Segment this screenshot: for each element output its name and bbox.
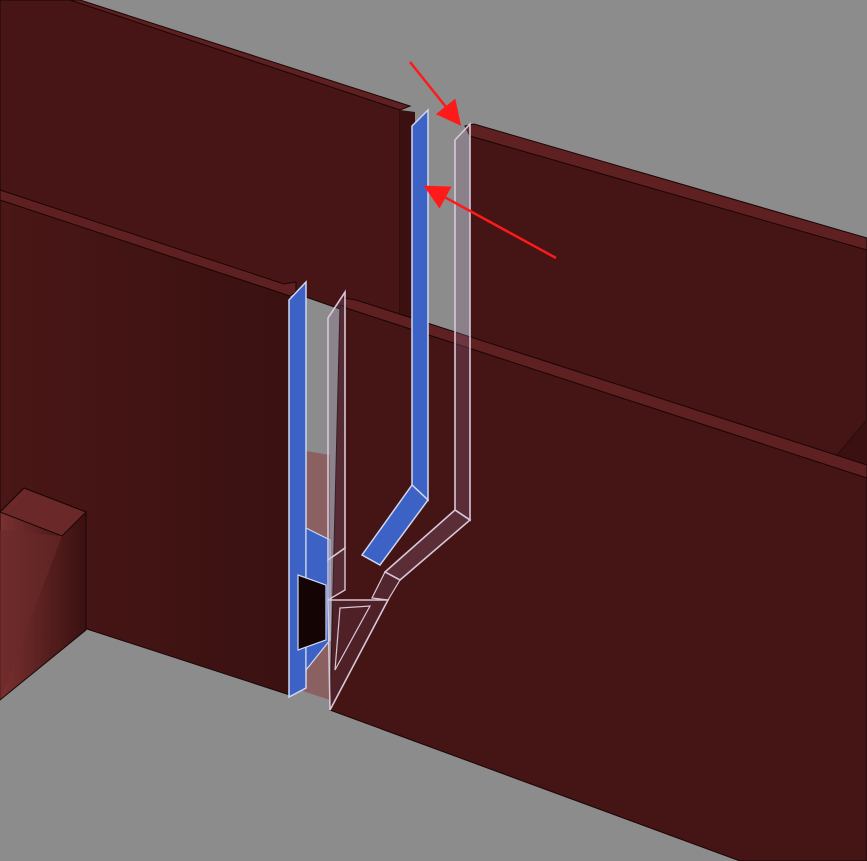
3d-viewport[interactable] — [0, 0, 867, 861]
model-scene[interactable] — [0, 0, 867, 861]
